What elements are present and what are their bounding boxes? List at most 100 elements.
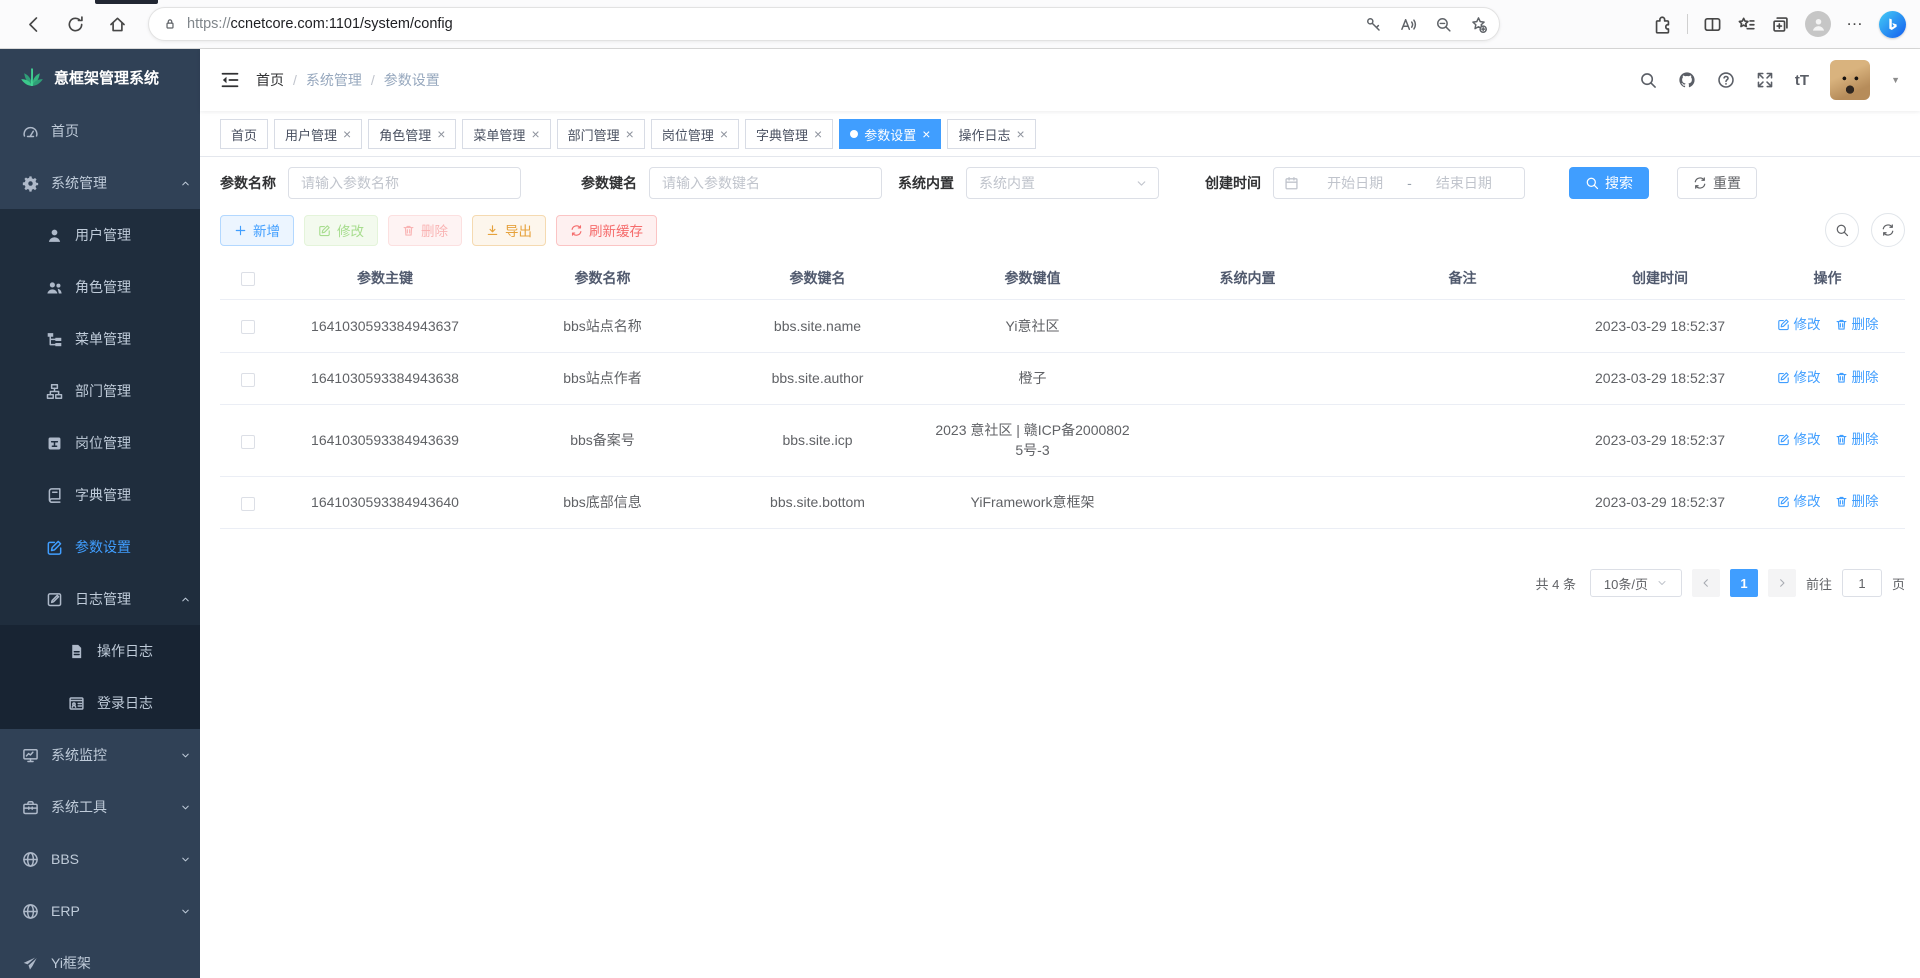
current-page-button[interactable]: 1: [1730, 569, 1758, 597]
sidebar-item-home[interactable]: 首页: [0, 105, 200, 157]
row-checkbox[interactable]: [241, 497, 255, 511]
row-edit-link[interactable]: 修改: [1777, 368, 1821, 388]
search-icon[interactable]: [1639, 71, 1657, 89]
sidebar-item-param-config[interactable]: 参数设置: [0, 521, 200, 573]
page-size-select[interactable]: 10条/页: [1590, 569, 1682, 597]
close-icon[interactable]: ×: [437, 127, 445, 141]
collections-icon[interactable]: [1771, 15, 1790, 34]
param-key-input[interactable]: [649, 167, 882, 199]
chevron-down-icon: [1656, 577, 1668, 589]
close-icon[interactable]: ×: [1016, 127, 1024, 141]
extensions-icon[interactable]: [1653, 15, 1672, 34]
tab-menu-mgmt[interactable]: 菜单管理×: [462, 119, 550, 149]
bing-copilot-icon[interactable]: [1879, 11, 1906, 38]
read-aloud-icon[interactable]: [1400, 16, 1417, 33]
trash-icon: [402, 224, 415, 237]
row-edit-link[interactable]: 修改: [1777, 492, 1821, 512]
sidebar-item-erp[interactable]: ERP: [0, 885, 200, 937]
row-edit-link[interactable]: 修改: [1777, 430, 1821, 450]
browser-back-button[interactable]: [16, 7, 50, 41]
next-page-button[interactable]: [1768, 569, 1796, 597]
row-edit-link[interactable]: 修改: [1777, 315, 1821, 335]
fullscreen-icon[interactable]: [1756, 71, 1774, 89]
password-key-icon[interactable]: [1365, 16, 1382, 33]
sidebar-item-log-mgmt[interactable]: 日志管理: [0, 573, 200, 625]
sidebar-item-dept-mgmt[interactable]: 部门管理: [0, 365, 200, 417]
close-icon[interactable]: ×: [922, 127, 930, 141]
globe-icon: [22, 903, 39, 920]
edit-square-icon: [318, 224, 331, 237]
table-row: 1641030593384943639 bbs备案号 bbs.site.icp …: [220, 405, 1905, 477]
sidebar-item-login-log[interactable]: 登录日志: [0, 677, 200, 729]
browser-profile-button[interactable]: [1805, 11, 1831, 37]
browser-home-button[interactable]: [100, 7, 134, 41]
close-icon[interactable]: ×: [626, 127, 634, 141]
close-icon[interactable]: ×: [720, 127, 728, 141]
tab-home[interactable]: 首页: [220, 119, 268, 149]
sidebar-item-system-mgmt[interactable]: 系统管理: [0, 157, 200, 209]
row-checkbox[interactable]: [241, 373, 255, 387]
sidebar-item-role-mgmt[interactable]: 角色管理: [0, 261, 200, 313]
toggle-search-button[interactable]: [1825, 213, 1859, 247]
row-checkbox[interactable]: [241, 435, 255, 449]
download-icon: [486, 224, 499, 237]
app-title: 意框架管理系统: [54, 67, 159, 88]
browser-refresh-button[interactable]: [58, 7, 92, 41]
close-icon[interactable]: ×: [814, 127, 822, 141]
breadcrumb-home[interactable]: 首页: [256, 70, 284, 90]
sidebar-item-menu-mgmt[interactable]: 菜单管理: [0, 313, 200, 365]
sidebar-item-system-tools[interactable]: 系统工具: [0, 781, 200, 833]
split-screen-icon[interactable]: [1703, 15, 1722, 34]
page-goto-input[interactable]: [1842, 569, 1882, 597]
tab-dept-mgmt[interactable]: 部门管理×: [557, 119, 645, 149]
export-button[interactable]: 导出: [472, 215, 546, 246]
favorite-star-icon[interactable]: [1470, 16, 1487, 33]
browser-url-bar[interactable]: https://ccnetcore.com:1101/system/config: [148, 7, 1500, 41]
sidebar-item-dict-mgmt[interactable]: 字典管理: [0, 469, 200, 521]
edit-button[interactable]: 修改: [304, 215, 378, 246]
sidebar-item-yi-framework[interactable]: Yi框架: [0, 937, 200, 978]
select-all-checkbox[interactable]: [241, 272, 255, 286]
browser-more-menu[interactable]: …: [1846, 15, 1864, 33]
add-button[interactable]: 新增: [220, 215, 294, 246]
org-chart-icon: [46, 383, 63, 400]
row-delete-link[interactable]: 删除: [1835, 315, 1879, 335]
sidebar-item-operation-log[interactable]: 操作日志: [0, 625, 200, 677]
prev-page-button[interactable]: [1692, 569, 1720, 597]
text-size-icon[interactable]: tT: [1795, 72, 1809, 89]
refresh-table-button[interactable]: [1871, 213, 1905, 247]
tab-param-config[interactable]: 参数设置×: [839, 119, 941, 149]
row-delete-link[interactable]: 删除: [1835, 368, 1879, 388]
avatar-caret-down-icon[interactable]: ▼: [1891, 75, 1900, 85]
sidebar-collapse-icon[interactable]: [220, 70, 240, 90]
close-icon[interactable]: ×: [531, 127, 539, 141]
row-delete-link[interactable]: 删除: [1835, 492, 1879, 512]
reset-button[interactable]: 重置: [1677, 167, 1757, 199]
user-avatar[interactable]: [1830, 60, 1870, 100]
github-icon[interactable]: [1678, 71, 1696, 89]
tab-role-mgmt[interactable]: 角色管理×: [368, 119, 456, 149]
close-icon[interactable]: ×: [343, 127, 351, 141]
col-param-value: 参数键值: [925, 257, 1140, 300]
tab-operation-log[interactable]: 操作日志×: [947, 119, 1035, 149]
search-button[interactable]: 搜索: [1569, 167, 1649, 199]
refresh-cache-button[interactable]: 刷新缓存: [556, 215, 657, 246]
help-icon[interactable]: [1717, 71, 1735, 89]
row-delete-link[interactable]: 删除: [1835, 430, 1879, 450]
row-checkbox[interactable]: [241, 320, 255, 334]
favorites-bar-icon[interactable]: [1737, 15, 1756, 34]
tab-dict-mgmt[interactable]: 字典管理×: [745, 119, 833, 149]
tab-post-mgmt[interactable]: 岗位管理×: [651, 119, 739, 149]
sidebar-item-user-mgmt[interactable]: 用户管理: [0, 209, 200, 261]
url-scheme: https://: [187, 16, 231, 32]
sidebar-item-bbs[interactable]: BBS: [0, 833, 200, 885]
builtin-select[interactable]: 系统内置: [966, 167, 1159, 199]
delete-button[interactable]: 删除: [388, 215, 462, 246]
start-date-placeholder: 开始日期: [1305, 173, 1405, 193]
date-range-picker[interactable]: 开始日期 - 结束日期: [1273, 167, 1525, 199]
sidebar-item-system-monitor[interactable]: 系统监控: [0, 729, 200, 781]
sidebar-item-post-mgmt[interactable]: 岗位管理: [0, 417, 200, 469]
tab-user-mgmt[interactable]: 用户管理×: [274, 119, 362, 149]
param-name-input[interactable]: [288, 167, 521, 199]
zoom-out-icon[interactable]: [1435, 16, 1452, 33]
